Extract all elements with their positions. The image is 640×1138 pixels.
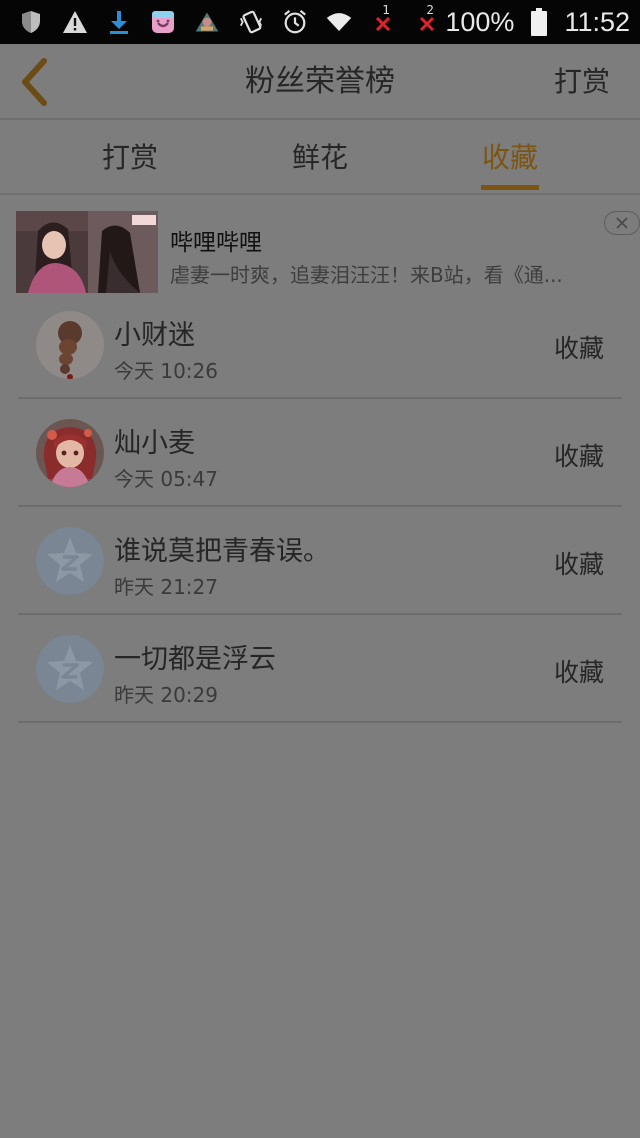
- tip-button[interactable]: 打赏: [554, 44, 610, 120]
- clock: 11:52: [564, 6, 630, 37]
- list-item[interactable]: 谁说莫把青春误。 昨天 21:27 收藏: [18, 507, 622, 615]
- page-title: 粉丝荣誉榜: [245, 64, 395, 99]
- game-app-icon: [194, 9, 220, 35]
- fan-name: 一切都是浮云: [114, 644, 276, 675]
- list-item[interactable]: 小财迷 今天 10:26 收藏: [18, 291, 622, 399]
- ad-thumbnail: [16, 211, 158, 293]
- tab-flowers[interactable]: 鲜花: [260, 121, 380, 195]
- active-tab-indicator: [481, 185, 539, 190]
- download-icon: [106, 9, 132, 35]
- fan-name: 小财迷: [114, 320, 195, 351]
- default-avatar-icon: [36, 635, 104, 703]
- fan-time: 昨天 20:29: [114, 683, 218, 707]
- avatar: [36, 419, 104, 487]
- warning-icon: [62, 9, 88, 35]
- close-icon: [616, 217, 628, 229]
- fan-list: 小财迷 今天 10:26 收藏 灿小麦 今天 05:47 收藏 谁说莫把青春误。…: [18, 291, 622, 723]
- battery-icon: [526, 8, 552, 36]
- store-bag-icon: [150, 9, 176, 35]
- shield-icon: [18, 9, 44, 35]
- sim1-no-signal-icon: 1: [370, 3, 396, 35]
- chevron-left-icon: [22, 58, 47, 106]
- sim2-no-signal-icon: 2: [414, 3, 440, 35]
- app-header: 粉丝荣誉榜 打赏: [0, 44, 640, 120]
- vibrate-icon: [238, 9, 264, 35]
- fan-time: 今天 10:26: [114, 359, 218, 383]
- ad-close-button[interactable]: [604, 211, 640, 235]
- tab-tip[interactable]: 打赏: [70, 121, 190, 195]
- contribution-type: 收藏: [553, 550, 604, 579]
- alarm-icon: [282, 9, 308, 35]
- avatar: [36, 311, 104, 379]
- fan-time: 昨天 21:27: [114, 575, 218, 599]
- back-button[interactable]: [12, 56, 56, 108]
- default-avatar-icon: [36, 527, 104, 595]
- wifi-icon: [326, 9, 352, 35]
- tab-bar: 打赏 鲜花 收藏: [0, 121, 640, 195]
- battery-percent: 100%: [445, 6, 515, 37]
- contribution-type: 收藏: [553, 658, 604, 687]
- ad-description: 虐妻一时爽，追妻泪汪汪！来B站，看《通...: [170, 263, 563, 287]
- fan-name: 灿小麦: [114, 428, 195, 459]
- fan-time: 今天 05:47: [114, 467, 218, 491]
- list-item[interactable]: 灿小麦 今天 05:47 收藏: [18, 399, 622, 507]
- ad-banner[interactable]: 哔哩哔哩 虐妻一时爽，追妻泪汪汪！来B站，看《通...: [16, 211, 640, 293]
- fan-name: 谁说莫把青春误。: [114, 536, 330, 567]
- contribution-type: 收藏: [553, 442, 604, 471]
- list-item[interactable]: 一切都是浮云 昨天 20:29 收藏: [18, 615, 622, 723]
- status-bar: 1 2 100% 11:52: [0, 0, 640, 44]
- contribution-type: 收藏: [553, 334, 604, 363]
- ad-title: 哔哩哔哩: [170, 230, 262, 256]
- tab-favorites[interactable]: 收藏: [450, 121, 570, 195]
